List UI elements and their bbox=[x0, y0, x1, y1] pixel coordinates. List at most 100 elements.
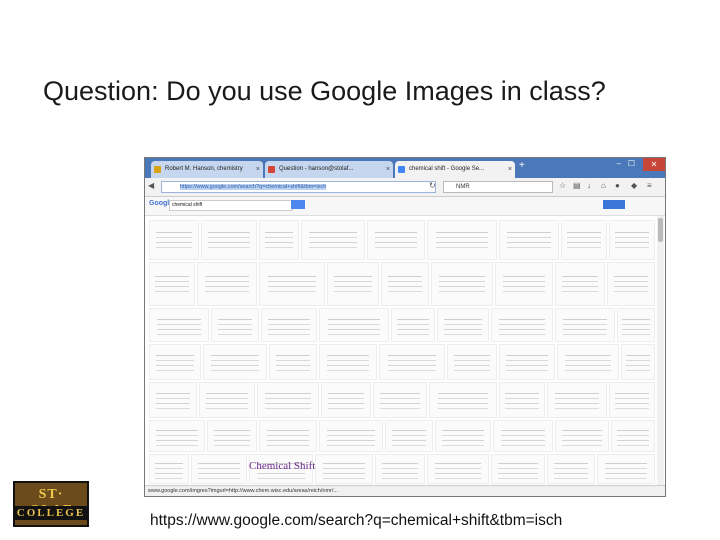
maximize-icon[interactable]: ☐ bbox=[628, 159, 635, 168]
bookmarks-icon[interactable]: ▤ bbox=[573, 181, 581, 190]
browser-screenshot: Robert M. Hanson, chemistry × Question -… bbox=[144, 157, 666, 497]
tab-gmail-question[interactable]: Question - hanson@stolaf... × bbox=[265, 161, 393, 178]
image-result-thumbnail[interactable] bbox=[555, 308, 615, 342]
image-result-thumbnail[interactable] bbox=[259, 220, 299, 260]
image-result-thumbnail[interactable] bbox=[609, 382, 655, 418]
scrollbar-thumb[interactable] bbox=[658, 218, 663, 242]
chat-icon[interactable]: ● bbox=[615, 181, 620, 190]
window-close-icon[interactable]: ✕ bbox=[643, 158, 665, 171]
url-text: https://www.google.com/search?q=chemical… bbox=[180, 184, 327, 190]
tab-label: Question - hanson@stolaf... bbox=[279, 166, 354, 172]
st-olaf-college-logo: ST· OLAF COLLEGE bbox=[13, 481, 89, 527]
image-result-thumbnail[interactable] bbox=[319, 308, 389, 342]
image-result-thumbnail[interactable] bbox=[385, 420, 433, 452]
image-result-thumbnail[interactable] bbox=[207, 420, 257, 452]
download-icon[interactable]: ↓ bbox=[587, 181, 591, 190]
image-result-thumbnail[interactable] bbox=[427, 220, 497, 260]
image-result-thumbnail[interactable] bbox=[149, 308, 209, 342]
star-icon[interactable]: ☆ bbox=[559, 181, 566, 190]
image-result-thumbnail[interactable] bbox=[327, 262, 379, 306]
image-result-thumbnail[interactable] bbox=[561, 220, 607, 260]
image-result-thumbnail[interactable] bbox=[547, 382, 607, 418]
google-header: Google chemical shift bbox=[145, 197, 665, 216]
image-result-thumbnail[interactable] bbox=[617, 308, 655, 342]
image-result-thumbnail[interactable] bbox=[373, 382, 427, 418]
google-icon bbox=[398, 166, 405, 173]
image-result-thumbnail[interactable] bbox=[199, 382, 255, 418]
image-result-thumbnail[interactable] bbox=[499, 382, 545, 418]
image-result-thumbnail[interactable] bbox=[319, 420, 383, 452]
image-result-thumbnail[interactable] bbox=[321, 382, 371, 418]
image-result-thumbnail[interactable] bbox=[261, 308, 317, 342]
image-result-thumbnail[interactable] bbox=[547, 454, 595, 484]
sign-in-button[interactable] bbox=[603, 200, 625, 209]
scrollbar[interactable] bbox=[657, 216, 664, 486]
image-result-thumbnail[interactable] bbox=[611, 420, 655, 452]
image-result-caption: Chemical Shift bbox=[249, 460, 316, 472]
minimize-icon[interactable]: – bbox=[617, 159, 621, 168]
image-result-thumbnail[interactable] bbox=[149, 344, 201, 380]
image-result-thumbnail[interactable] bbox=[491, 308, 553, 342]
address-bar[interactable]: https://www.google.com/search?q=chemical… bbox=[161, 181, 436, 193]
image-result-thumbnail[interactable] bbox=[257, 382, 319, 418]
tab-hanson-chemistry[interactable]: Robert M. Hanson, chemistry × bbox=[151, 161, 263, 178]
image-result-thumbnail[interactable] bbox=[375, 454, 425, 484]
logo-line-2: COLLEGE bbox=[15, 506, 87, 520]
url-caption: https://www.google.com/search?q=chemical… bbox=[150, 512, 563, 529]
image-result-thumbnail[interactable] bbox=[301, 220, 365, 260]
image-result-thumbnail[interactable] bbox=[191, 454, 247, 484]
image-result-thumbnail[interactable] bbox=[491, 454, 545, 484]
image-result-thumbnail[interactable] bbox=[149, 220, 199, 260]
image-result-thumbnail[interactable] bbox=[437, 308, 489, 342]
navigation-bar: ◀ https://www.google.com/search?q=chemic… bbox=[145, 178, 665, 197]
home-icon[interactable]: ⌂ bbox=[601, 181, 606, 190]
image-result-thumbnail[interactable] bbox=[149, 420, 205, 452]
image-result-thumbnail[interactable] bbox=[319, 344, 377, 380]
image-result-thumbnail[interactable] bbox=[555, 262, 605, 306]
image-result-thumbnail[interactable] bbox=[499, 344, 555, 380]
image-result-thumbnail[interactable] bbox=[149, 454, 189, 484]
reload-icon[interactable]: ↻ bbox=[429, 181, 436, 190]
close-icon[interactable]: × bbox=[256, 161, 260, 178]
image-result-thumbnail[interactable] bbox=[367, 220, 425, 260]
shield-icon[interactable]: ◆ bbox=[631, 181, 637, 190]
image-result-thumbnail[interactable] bbox=[557, 344, 619, 380]
image-result-thumbnail[interactable] bbox=[493, 420, 553, 452]
image-result-thumbnail[interactable] bbox=[203, 344, 267, 380]
image-result-thumbnail[interactable] bbox=[149, 382, 197, 418]
image-result-thumbnail[interactable] bbox=[609, 220, 655, 260]
tab-google-search[interactable]: chemical shift - Google Se... × bbox=[395, 161, 515, 178]
page-favicon-icon bbox=[154, 166, 161, 173]
image-result-thumbnail[interactable] bbox=[435, 420, 491, 452]
image-result-thumbnail[interactable] bbox=[499, 220, 559, 260]
image-result-thumbnail[interactable] bbox=[379, 344, 445, 380]
image-result-thumbnail[interactable] bbox=[259, 262, 325, 306]
google-search-input[interactable]: chemical shift bbox=[169, 200, 293, 211]
image-result-thumbnail[interactable] bbox=[429, 382, 497, 418]
browser-search-field[interactable]: NMR bbox=[443, 181, 553, 193]
image-result-thumbnail[interactable] bbox=[149, 262, 195, 306]
image-result-thumbnail[interactable] bbox=[259, 420, 317, 452]
image-result-thumbnail[interactable] bbox=[391, 308, 435, 342]
close-icon[interactable]: × bbox=[386, 161, 390, 178]
image-result-thumbnail[interactable] bbox=[211, 308, 259, 342]
image-result-thumbnail[interactable] bbox=[447, 344, 497, 380]
search-button[interactable] bbox=[291, 200, 305, 209]
back-icon[interactable]: ◀ bbox=[148, 181, 154, 190]
image-result-thumbnail[interactable] bbox=[269, 344, 317, 380]
image-result-thumbnail[interactable] bbox=[555, 420, 609, 452]
image-result-thumbnail[interactable] bbox=[197, 262, 257, 306]
image-result-thumbnail[interactable] bbox=[621, 344, 655, 380]
image-result-thumbnail[interactable] bbox=[431, 262, 493, 306]
image-result-thumbnail[interactable] bbox=[495, 262, 553, 306]
image-result-thumbnail[interactable] bbox=[381, 262, 429, 306]
image-result-thumbnail[interactable] bbox=[315, 454, 373, 484]
image-result-thumbnail[interactable] bbox=[201, 220, 257, 260]
image-result-thumbnail[interactable] bbox=[597, 454, 655, 484]
tab-bar: Robert M. Hanson, chemistry × Question -… bbox=[145, 158, 665, 178]
menu-icon[interactable]: ≡ bbox=[647, 181, 652, 190]
new-tab-icon[interactable]: + bbox=[519, 160, 525, 171]
image-result-thumbnail[interactable] bbox=[607, 262, 655, 306]
close-icon[interactable]: × bbox=[508, 161, 512, 178]
image-result-thumbnail[interactable] bbox=[427, 454, 489, 484]
